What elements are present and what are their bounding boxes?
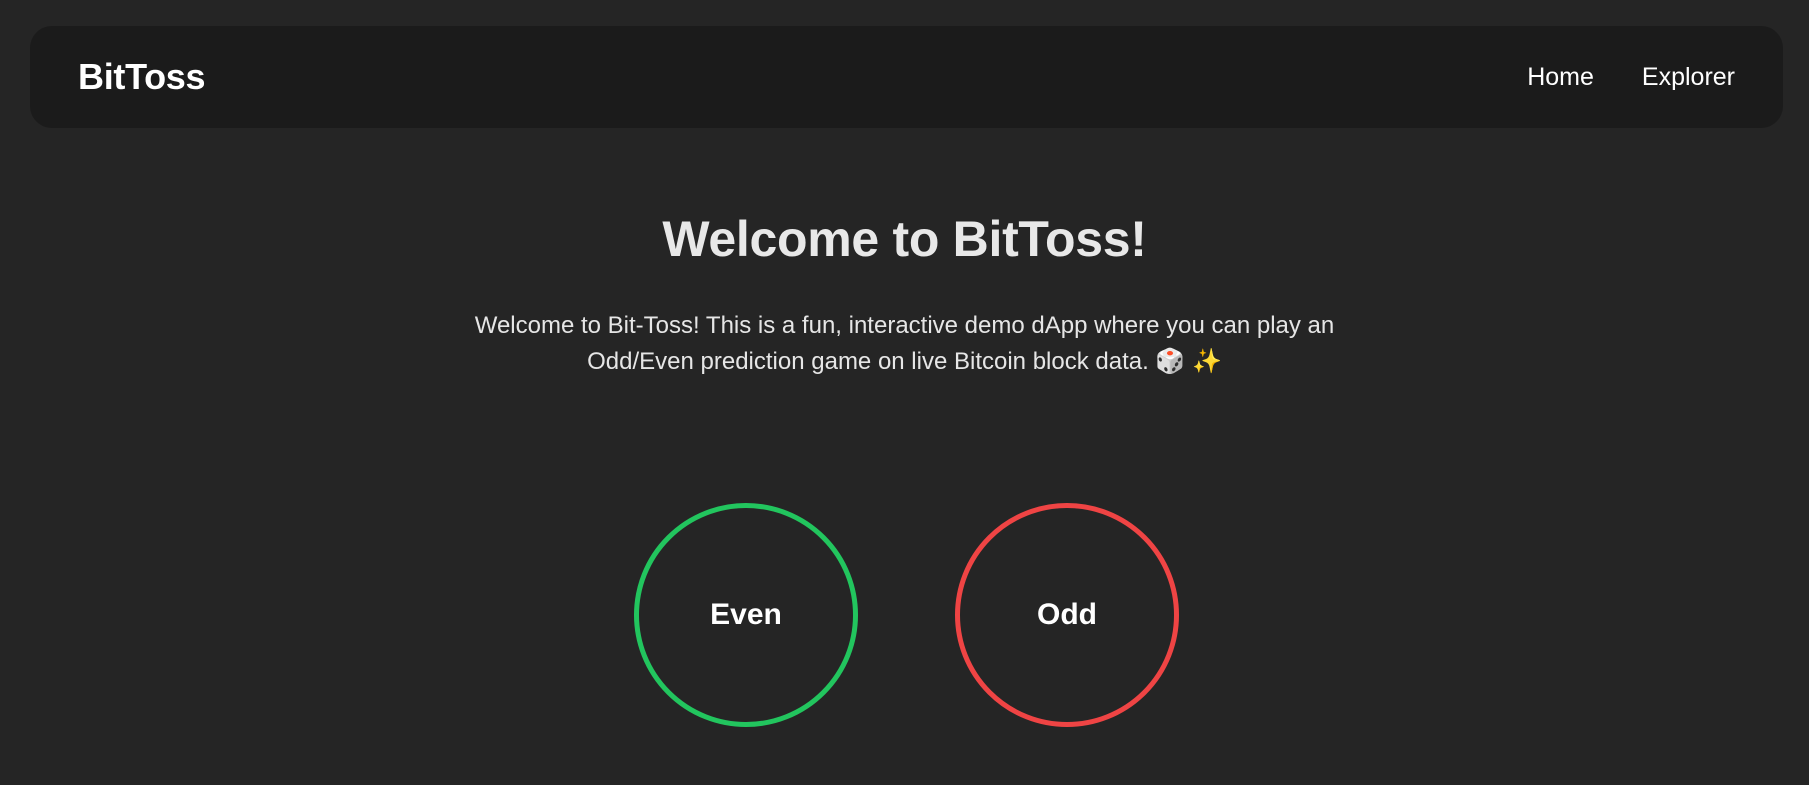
page-title: Welcome to BitToss! (662, 211, 1147, 267)
intro-description: Welcome to Bit-Toss! This is a fun, inte… (474, 312, 1335, 375)
odd-choice-button[interactable]: Odd (955, 503, 1179, 727)
nav-link-home[interactable]: Home (1527, 63, 1594, 92)
nav-links: Home Explorer (1527, 63, 1735, 92)
nav-link-explorer[interactable]: Explorer (1642, 63, 1735, 92)
hero-section: Welcome to BitToss! Welcome to Bit-Toss!… (0, 210, 1809, 380)
brand-logo[interactable]: BitToss (78, 56, 206, 98)
even-choice-button[interactable]: Even (634, 503, 858, 727)
top-navbar: BitToss Home Explorer (30, 26, 1783, 128)
